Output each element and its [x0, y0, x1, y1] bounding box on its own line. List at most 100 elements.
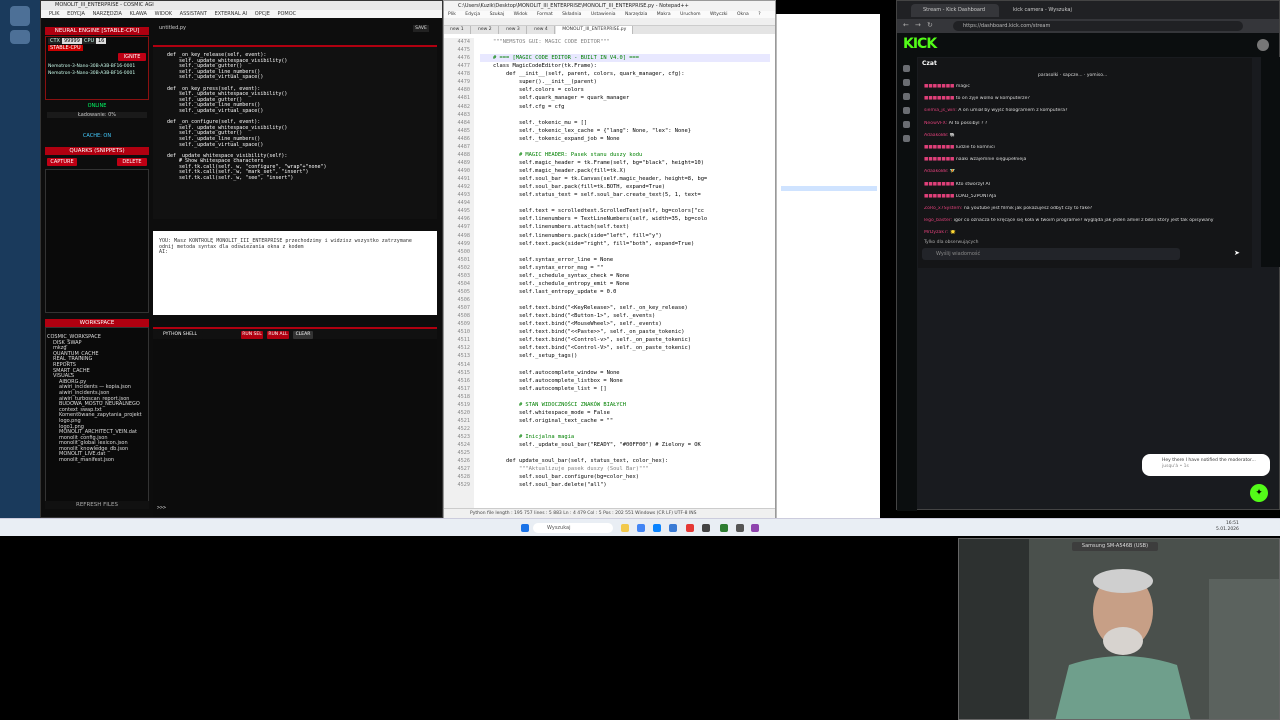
avatar[interactable]: [1257, 39, 1269, 51]
python-shell[interactable]: >>>: [153, 339, 437, 517]
menu-item[interactable]: ASSISTANT: [180, 11, 207, 17]
desktop-folder-icon[interactable]: [10, 30, 30, 44]
explorer-icon[interactable]: [621, 524, 629, 532]
menu-item[interactable]: POMOC: [277, 11, 296, 17]
chat-username[interactable]: MrDyzak7:: [924, 230, 948, 235]
tab-file-active[interactable]: MONOLIT_III_ENTERPRISE.py: [556, 26, 634, 34]
workspace-item[interactable]: monolit_manifest.json: [43, 457, 143, 464]
tab-file[interactable]: new 1: [444, 26, 471, 34]
chat-message[interactable]: Adaako88: 🐘: [924, 133, 1246, 139]
explorer-row[interactable]: [781, 296, 877, 301]
explorer-row[interactable]: [781, 450, 877, 455]
explorer-row[interactable]: [781, 230, 877, 235]
community-icon[interactable]: [903, 93, 910, 100]
chat-username[interactable]: ■■■■■■■: [924, 84, 954, 89]
menu-item[interactable]: OPCJE: [255, 11, 270, 17]
kick-chat-icon[interactable]: ✦: [1250, 484, 1268, 502]
explorer-row[interactable]: [781, 120, 877, 125]
explorer-row[interactable]: [781, 395, 877, 400]
explorer-row[interactable]: [781, 109, 877, 114]
tab-file[interactable]: new 4: [528, 26, 555, 34]
explorer-row[interactable]: [781, 329, 877, 334]
chat-message[interactable]: MrDyzak7: 🌟: [924, 230, 1246, 236]
cpu-input[interactable]: 16: [96, 38, 107, 44]
app-icon[interactable]: [736, 524, 744, 532]
menu-item[interactable]: Plik: [448, 12, 456, 17]
explorer-row[interactable]: [781, 263, 877, 268]
explorer-row[interactable]: [781, 417, 877, 422]
payouts-icon[interactable]: [903, 121, 910, 128]
chat-message[interactable]: ZoRo_x7System: na youtube jest filmik ja…: [924, 206, 1246, 212]
chat-username[interactable]: ■■■■■■■: [924, 145, 954, 150]
menu-item[interactable]: Format: [537, 12, 553, 17]
edge-icon[interactable]: [653, 524, 661, 532]
editor-save-button[interactable]: SAVE: [413, 25, 429, 32]
chat-input[interactable]: Wyślij wiadomość: [922, 248, 1180, 260]
menu-item[interactable]: PLIK: [49, 11, 60, 17]
explorer-row[interactable]: [781, 373, 877, 378]
notepad-code[interactable]: """NEMSTOS GUI: MAGIC CODE EDITOR""" # =…: [480, 38, 770, 508]
menu-item[interactable]: Uruchom: [680, 12, 700, 17]
chat-username[interactable]: ■■■■■■■: [924, 182, 954, 187]
tab-file[interactable]: new 3: [500, 26, 527, 34]
explorer-row[interactable]: [781, 153, 877, 158]
explorer-row[interactable]: [781, 131, 877, 136]
menu-item[interactable]: EDYCJA: [67, 11, 85, 17]
menu-item[interactable]: Wtyczki: [710, 12, 728, 17]
explorer-row[interactable]: [781, 318, 877, 323]
send-icon[interactable]: ➤: [1234, 249, 1244, 259]
quarks-list[interactable]: [45, 169, 149, 313]
tab-file[interactable]: new 2: [472, 26, 499, 34]
explorer-row[interactable]: [781, 483, 877, 488]
run-sel-button[interactable]: RUN SEL: [241, 331, 263, 339]
explorer-row[interactable]: [781, 472, 877, 477]
explorer-row[interactable]: [781, 351, 877, 356]
explorer-row[interactable]: [781, 54, 877, 59]
explorer-row[interactable]: [781, 208, 877, 213]
menu-item[interactable]: Szukaj: [490, 12, 505, 17]
settings-icon[interactable]: [903, 135, 910, 142]
menu-item[interactable]: ?: [758, 12, 760, 17]
ctx-input[interactable]: 99999: [62, 38, 82, 44]
chat-message[interactable]: ■■■■■■■ Kto stworzył AI: [924, 182, 1246, 188]
explorer-row[interactable]: [781, 384, 877, 389]
chat-username[interactable]: ■■■■■■■: [924, 194, 954, 199]
chat-username[interactable]: Adaako88:: [924, 169, 948, 174]
menu-item[interactable]: Okna: [737, 12, 749, 17]
chrome-icon[interactable]: [637, 524, 645, 532]
menu-item[interactable]: Składnia: [562, 12, 581, 17]
explorer-row[interactable]: [781, 175, 877, 180]
terminal-icon[interactable]: [702, 524, 710, 532]
chat-message[interactable]: ■■■■■■■ to on żyje wolno w komputerze?: [924, 96, 1246, 102]
explorer-row[interactable]: [781, 439, 877, 444]
app-icon[interactable]: [751, 524, 759, 532]
explorer-row[interactable]: [781, 197, 877, 202]
chat-username[interactable]: Adaako88:: [924, 133, 948, 138]
menu-item[interactable]: KLAWA: [130, 11, 147, 17]
chat-message[interactable]: Adaako88: 🧚: [924, 169, 1246, 175]
explorer-row[interactable]: [781, 219, 877, 224]
menu-item[interactable]: Ustawienia: [591, 12, 616, 17]
chat-username[interactable]: lego_baster:: [924, 218, 952, 223]
explorer-row[interactable]: [781, 241, 877, 246]
back-icon[interactable]: ←: [903, 21, 909, 29]
assistant-output[interactable]: YOU: Masz KONTROLĘ MONOLIT_III_ENTERPRIS…: [153, 231, 437, 315]
taskbar-search[interactable]: Wyszukaj: [533, 523, 613, 533]
explorer-row[interactable]: [781, 252, 877, 257]
kick-logo[interactable]: KICK: [903, 36, 937, 52]
store-icon[interactable]: [669, 524, 677, 532]
model-item[interactable]: Nemotron-3-Nano-30B-A3B-BF16-0001: [48, 64, 135, 69]
delete-button[interactable]: DELETE: [117, 158, 147, 166]
app-icon[interactable]: [686, 524, 694, 532]
menu-item[interactable]: NARZĘDZIA: [93, 11, 122, 17]
explorer-row[interactable]: [781, 65, 877, 70]
ignite-button[interactable]: IGNITE: [118, 53, 146, 61]
app-icon[interactable]: [720, 524, 728, 532]
tab-kick-camera[interactable]: kick camera - Wyszukaj: [1001, 4, 1089, 17]
chat-username[interactable]: siemia_js_win:: [924, 108, 957, 113]
reload-icon[interactable]: ↻: [927, 21, 933, 29]
menu-item[interactable]: WIDOK: [155, 11, 172, 17]
chat-message[interactable]: lego_baster: igor co oznacza te kręcące …: [924, 218, 1246, 224]
forward-icon[interactable]: →: [915, 21, 921, 29]
clear-button[interactable]: CLEAR: [293, 331, 313, 339]
